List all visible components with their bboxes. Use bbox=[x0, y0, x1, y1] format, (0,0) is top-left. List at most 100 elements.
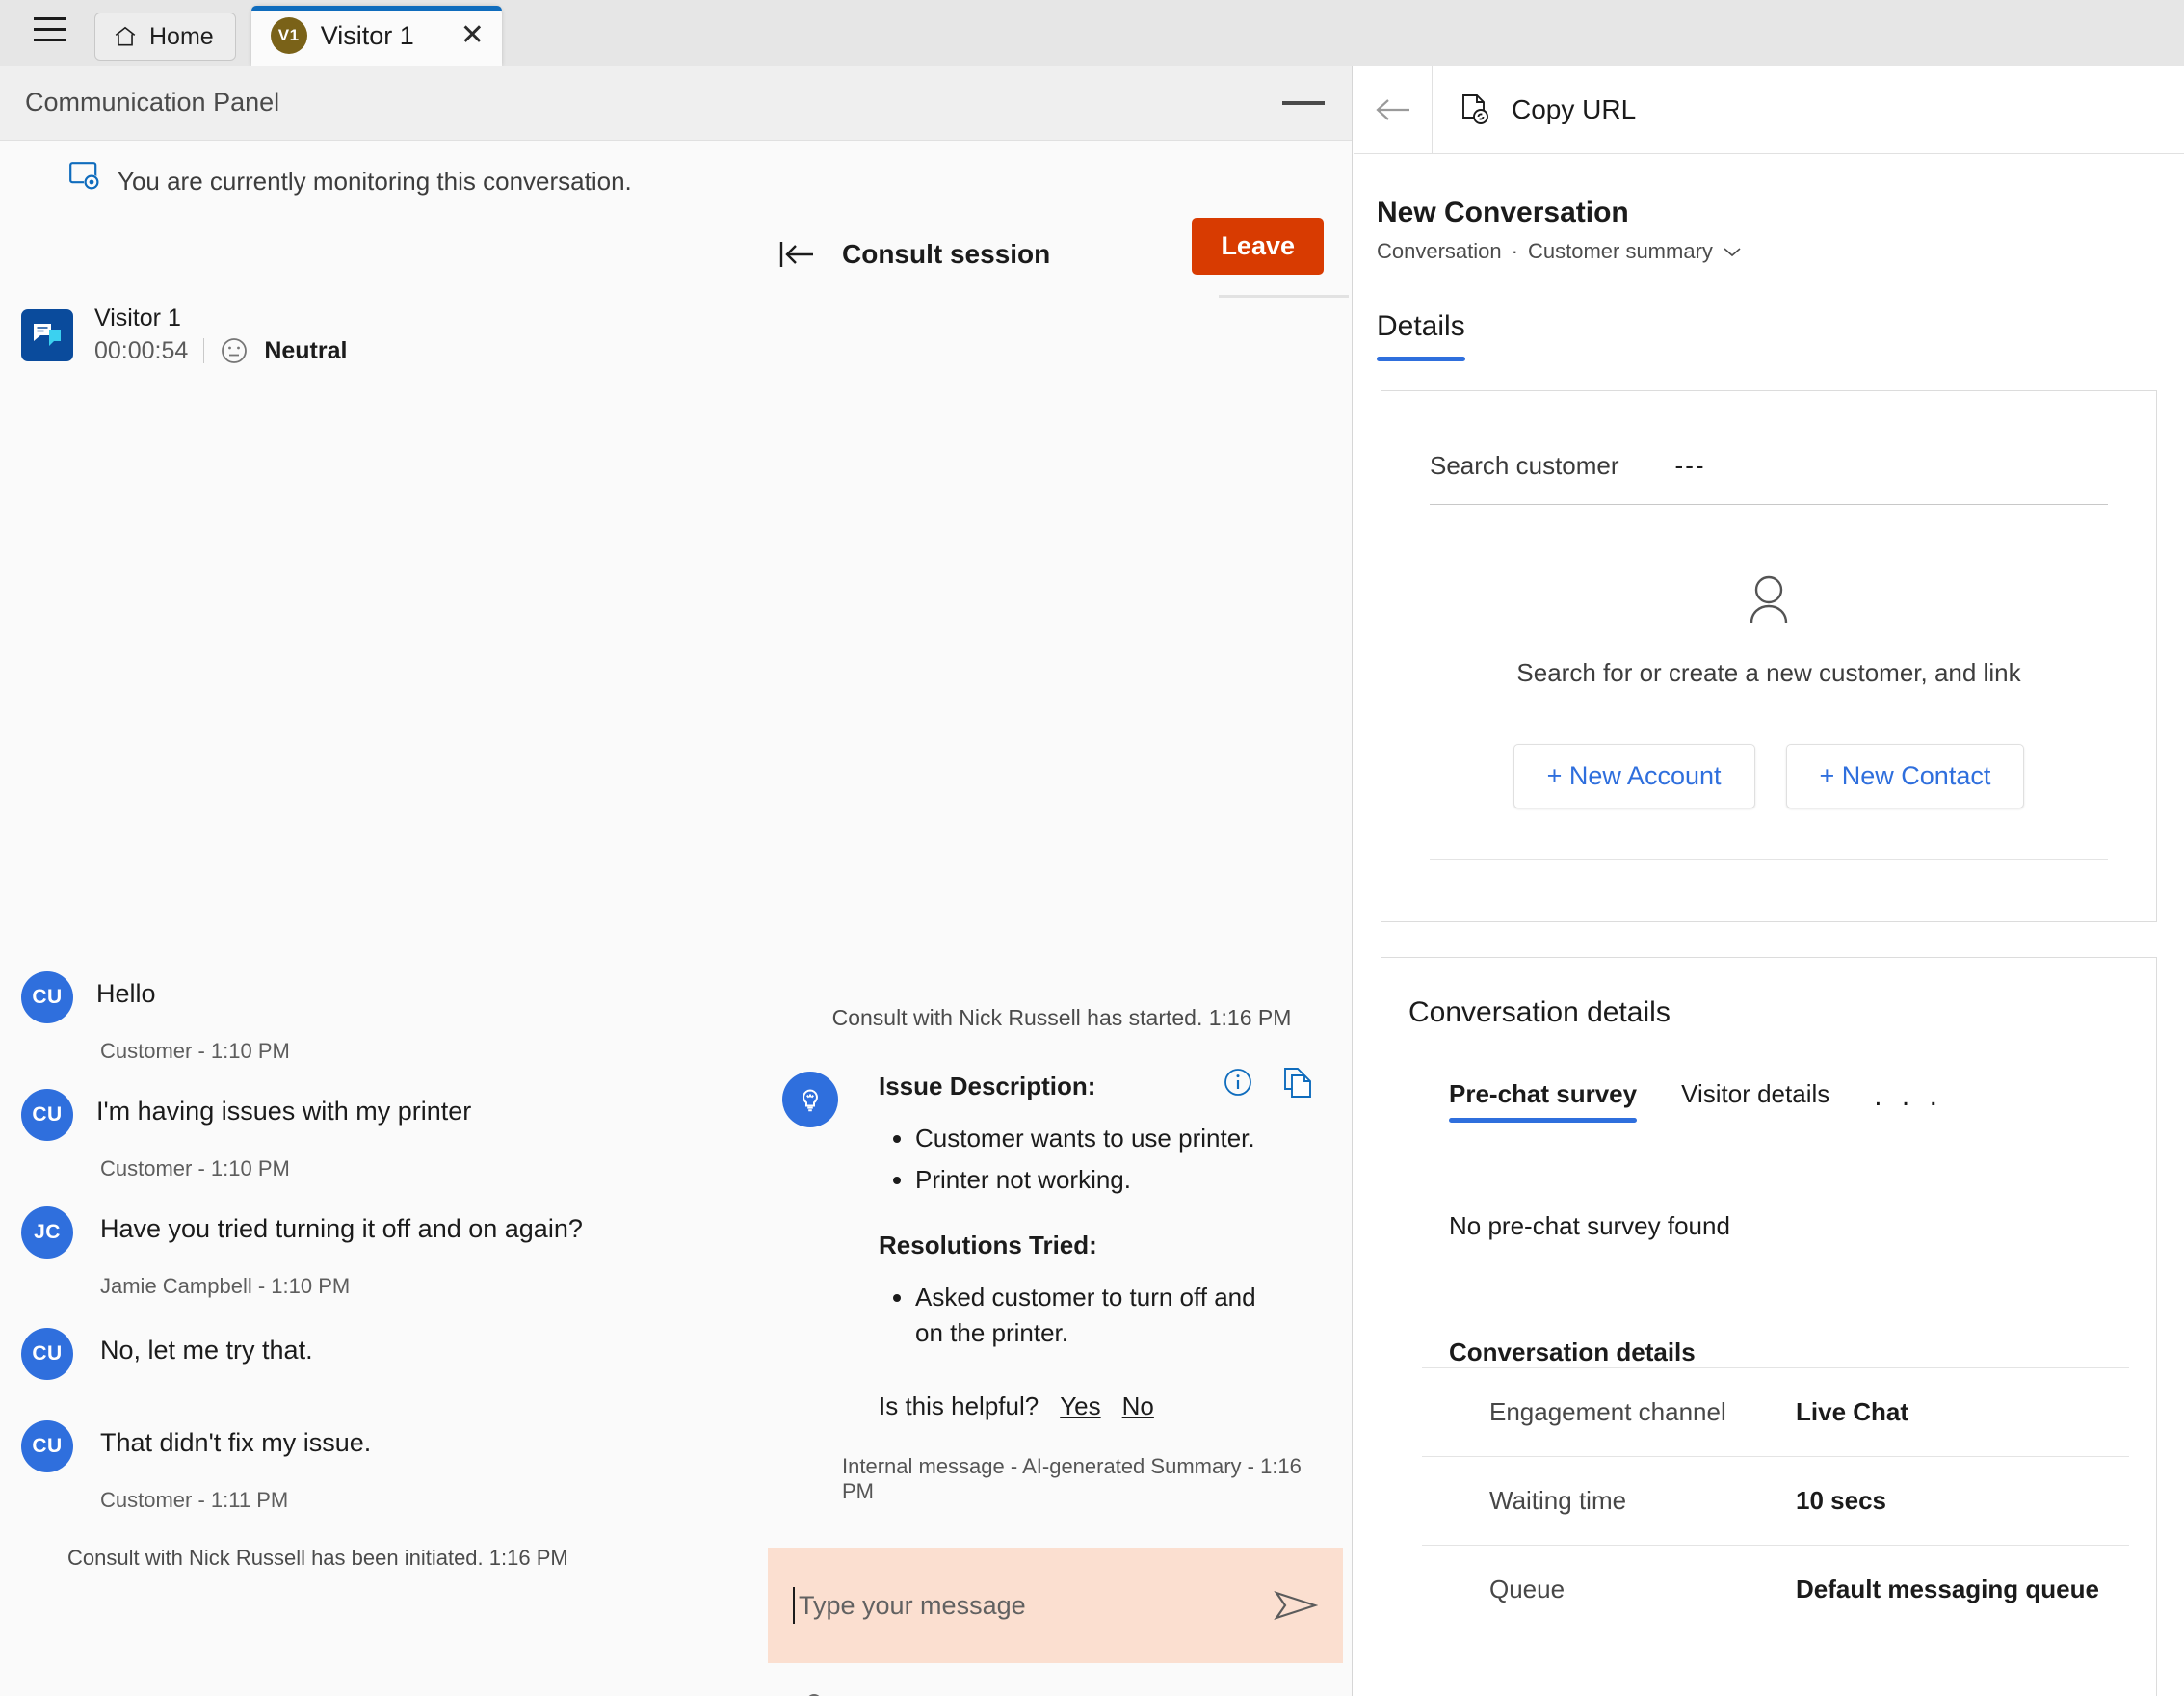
communication-panel: Communication Panel You are currently mo… bbox=[0, 66, 1353, 1696]
tab-details-label: Details bbox=[1377, 310, 1465, 342]
avatar: CU bbox=[21, 1328, 73, 1380]
message-row: CU No, let me try that. bbox=[0, 1328, 761, 1380]
sentiment-neutral-icon bbox=[222, 338, 248, 363]
message-meta: Customer - 1:10 PM bbox=[100, 1156, 290, 1180]
message-meta: Customer - 1:10 PM bbox=[100, 1039, 290, 1063]
empty-state: Search for or create a new customer, and… bbox=[1430, 572, 2108, 688]
breadcrumb-separator: · bbox=[1511, 239, 1518, 263]
visitor-name: Visitor 1 bbox=[94, 305, 181, 331]
message-meta: Jamie Campbell - 1:10 PM bbox=[100, 1274, 351, 1298]
message-row: CU That didn't fix my issue. bbox=[0, 1420, 761, 1472]
message-row: CU I'm having issues with my printer bbox=[0, 1089, 761, 1141]
close-icon[interactable]: ✕ bbox=[460, 21, 485, 50]
chat-transcript: CU Hello Customer - 1:10 PM CU I'm havin… bbox=[0, 971, 761, 1571]
breadcrumb-primary: Conversation bbox=[1377, 239, 1502, 263]
detail-value: 10 secs bbox=[1796, 1486, 1886, 1515]
right-panel: Copy URL New Conversation Conversation ·… bbox=[1354, 66, 2184, 1696]
home-button[interactable]: Home bbox=[94, 13, 236, 61]
monitoring-banner-text: You are currently monitoring this conver… bbox=[118, 166, 632, 196]
avatar: JC bbox=[21, 1206, 73, 1259]
monitoring-banner: You are currently monitoring this conver… bbox=[0, 141, 1352, 222]
message-text: That didn't fix my issue. bbox=[100, 1428, 372, 1457]
detail-key: Waiting time bbox=[1489, 1486, 1627, 1515]
minimize-icon[interactable] bbox=[1282, 100, 1325, 105]
detail-value: Default messaging queue bbox=[1796, 1575, 2099, 1603]
message-text: Have you tried turning it off and on aga… bbox=[100, 1214, 583, 1243]
customer-card: Search customer --- Search for or create… bbox=[1381, 390, 2157, 922]
divider bbox=[203, 338, 205, 363]
add-person-icon[interactable] bbox=[795, 1692, 837, 1696]
conversation-details-card: Conversation details Pre-chat survey Vis… bbox=[1381, 957, 2157, 1696]
chevron-down-icon[interactable] bbox=[1723, 246, 1742, 257]
customer-actions: + New Account + New Contact bbox=[1430, 744, 2108, 808]
list-item: Asked customer to turn off and on the pr… bbox=[915, 1280, 1262, 1351]
avatar: CU bbox=[21, 1089, 73, 1141]
visitor-summary: Visitor 1 00:00:54 Neutral bbox=[21, 305, 347, 365]
home-button-label: Home bbox=[149, 22, 214, 50]
search-customer-row[interactable]: Search customer --- bbox=[1430, 451, 2108, 504]
message-text: No, let me try that. bbox=[100, 1336, 313, 1365]
communication-panel-header: Communication Panel bbox=[0, 66, 1352, 141]
visitor-timer: 00:00:54 bbox=[94, 336, 189, 364]
empty-state-text: Search for or create a new customer, and… bbox=[1516, 658, 2021, 687]
search-customer-label: Search customer bbox=[1430, 451, 1619, 480]
search-customer-value: --- bbox=[1674, 451, 1706, 480]
message-meta: Customer - 1:11 PM bbox=[100, 1488, 289, 1512]
pre-chat-survey-empty: No pre-chat survey found bbox=[1449, 1211, 1730, 1240]
copy-url-button[interactable]: Copy URL bbox=[1433, 66, 1636, 153]
new-account-button[interactable]: + New Account bbox=[1513, 744, 1755, 808]
conversation-details-subtitle: Conversation details bbox=[1449, 1338, 1696, 1366]
resolutions-bullet-list: Asked customer to turn off and on the pr… bbox=[915, 1280, 1322, 1351]
consult-session-bar: Consult session Leave bbox=[771, 216, 1353, 293]
message-row: JC Have you tried turning it off and on … bbox=[0, 1206, 761, 1259]
info-icon[interactable] bbox=[1222, 1066, 1254, 1099]
avatar: CU bbox=[21, 1420, 73, 1472]
message-text: Hello bbox=[96, 979, 156, 1008]
helpful-feedback-row: Is this helpful? Yes No bbox=[879, 1391, 1322, 1421]
tab-pre-chat-survey[interactable]: Pre-chat survey bbox=[1449, 1079, 1638, 1123]
ai-summary-card: Consult with Nick Russell has started. 1… bbox=[771, 1005, 1353, 1504]
copy-icon[interactable] bbox=[1281, 1066, 1314, 1100]
detail-key: Queue bbox=[1489, 1575, 1566, 1603]
message-text: I'm having issues with my printer bbox=[96, 1097, 472, 1126]
home-icon bbox=[115, 26, 136, 46]
tabs-overflow-button[interactable]: . . . bbox=[1874, 1080, 1943, 1123]
tab-visitor-1[interactable]: V1 Visitor 1 ✕ bbox=[250, 6, 503, 66]
message-row: CU Hello bbox=[0, 971, 761, 1023]
lightbulb-icon bbox=[782, 1072, 838, 1127]
lightbulb-glyph bbox=[803, 1089, 818, 1112]
conversation-details-title: Conversation details bbox=[1408, 996, 1671, 1028]
issue-bullet-list: Customer wants to use printer. Printer n… bbox=[915, 1121, 1322, 1198]
tab-visitor-details[interactable]: Visitor details bbox=[1681, 1079, 1829, 1123]
consult-underline bbox=[1219, 295, 1349, 298]
send-icon[interactable] bbox=[1274, 1588, 1318, 1623]
new-contact-button[interactable]: + New Contact bbox=[1785, 744, 2025, 808]
message-composer[interactable]: Type your message bbox=[768, 1548, 1343, 1663]
hamburger-icon[interactable] bbox=[19, 0, 81, 62]
collapse-left-icon[interactable] bbox=[778, 238, 817, 271]
detail-row: Queue Default messaging queue bbox=[1422, 1545, 2129, 1633]
list-item: Printer not working. bbox=[915, 1162, 1322, 1198]
resolutions-tried-heading: Resolutions Tried: bbox=[879, 1230, 1097, 1259]
detail-row: Engagement channel Live Chat bbox=[1422, 1367, 2129, 1456]
consult-session-label: Consult session bbox=[842, 239, 1051, 269]
system-message: Consult with Nick Russell has been initi… bbox=[67, 1546, 568, 1570]
avatar: CU bbox=[21, 971, 73, 1023]
breadcrumb-secondary[interactable]: Customer summary bbox=[1528, 239, 1713, 264]
composer-toolbar bbox=[795, 1692, 837, 1696]
leave-button[interactable]: Leave bbox=[1192, 218, 1324, 275]
text-caret bbox=[793, 1587, 795, 1624]
tab-active-indicator bbox=[1377, 357, 1465, 361]
helpful-no-link[interactable]: No bbox=[1122, 1391, 1154, 1421]
back-arrow-icon bbox=[1375, 98, 1409, 120]
detail-key: Engagement channel bbox=[1489, 1397, 1726, 1426]
helpful-yes-link[interactable]: Yes bbox=[1060, 1391, 1100, 1421]
right-panel-header: New Conversation Conversation · Customer… bbox=[1354, 154, 2184, 264]
sentiment-label: Neutral bbox=[264, 336, 348, 364]
tab-avatar: V1 bbox=[270, 17, 307, 54]
conversation-details-tabs: Pre-chat survey Visitor details . . . bbox=[1381, 1079, 2156, 1123]
message-input-placeholder[interactable]: Type your message bbox=[799, 1591, 1274, 1621]
back-button[interactable] bbox=[1354, 66, 1433, 153]
breadcrumb: Conversation · Customer summary bbox=[1377, 239, 2184, 264]
tab-details[interactable]: Details bbox=[1377, 310, 1465, 361]
